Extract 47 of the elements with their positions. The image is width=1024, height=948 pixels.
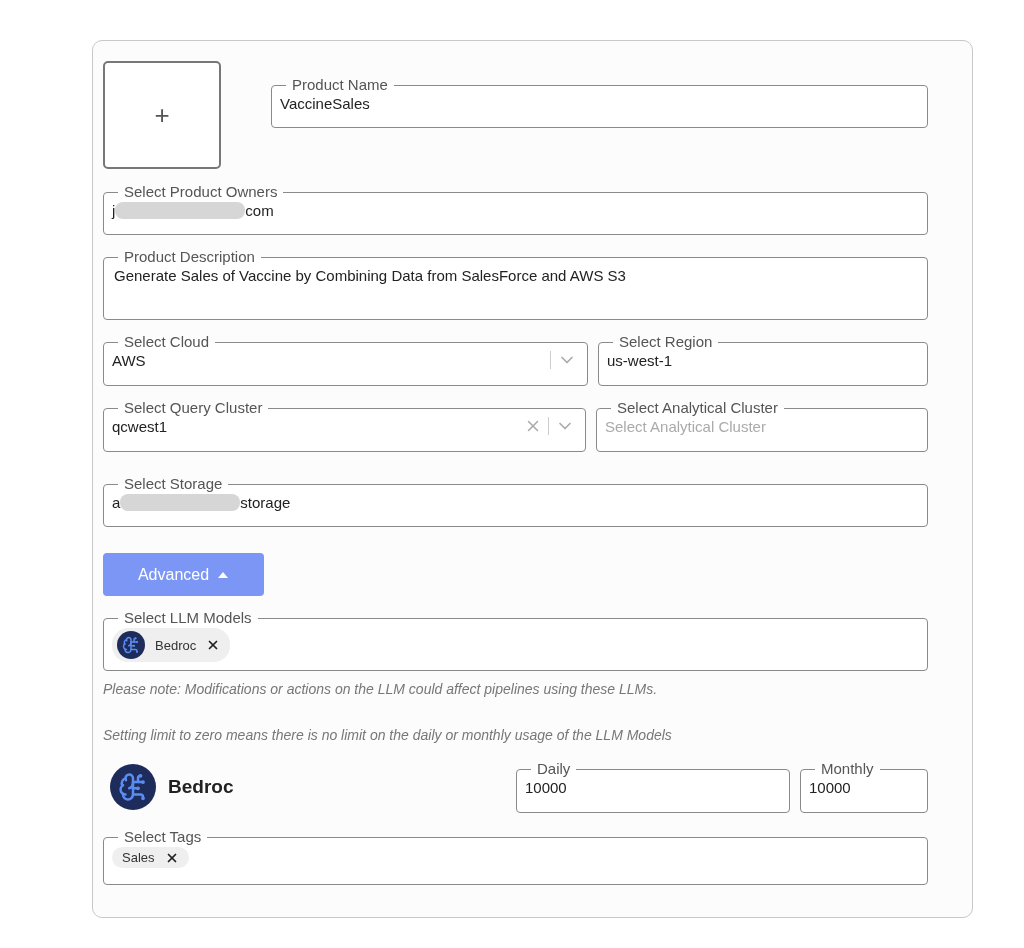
field-value: a bbox=[112, 493, 121, 511]
field-value: storage bbox=[240, 493, 291, 511]
chip-label: Sales bbox=[122, 850, 155, 865]
field-label: Select Cloud bbox=[123, 334, 211, 350]
field-placeholder: Select Analytical Cluster bbox=[605, 417, 767, 435]
field-label: Select Region bbox=[618, 334, 714, 350]
field-value: us-west-1 bbox=[607, 351, 674, 369]
brain-icon bbox=[117, 631, 145, 659]
model-chip[interactable]: Bedroc bbox=[112, 628, 231, 662]
region-field[interactable]: Select Region us-west-1 bbox=[598, 334, 928, 386]
field-label: Select Tags bbox=[123, 829, 203, 845]
field-value: j bbox=[112, 201, 116, 219]
image-upload-button[interactable]: + bbox=[103, 61, 221, 169]
field-label: Select Analytical Cluster bbox=[616, 400, 779, 416]
model-name: Bedroc bbox=[168, 776, 234, 798]
tag-chip[interactable]: Sales bbox=[112, 847, 189, 868]
field-value: VaccineSales bbox=[280, 94, 371, 112]
product-name-field[interactable]: Product Name VaccineSales bbox=[271, 77, 928, 128]
field-value: qcwest1 bbox=[112, 417, 169, 435]
note-text: Please note: Modifications or actions on the LLM could affect pipelines using these LLMs. bbox=[103, 681, 658, 697]
caret-icon bbox=[217, 570, 230, 579]
storage-field[interactable]: Select Storage a storage bbox=[103, 476, 928, 527]
monthly-limit-field[interactable]: Monthly 10000 bbox=[800, 761, 928, 813]
field-label: Monthly bbox=[820, 761, 875, 777]
field-label: Select Product Owners bbox=[123, 184, 279, 200]
field-label: Select Storage bbox=[123, 476, 224, 492]
analytical-cluster-select[interactable]: Select Analytical Cluster Select Analytical Cluster bbox=[596, 400, 928, 452]
description-field[interactable]: Product Description Generate Sales of Vaccine by Combining Data from SalesForce and AWS S3 bbox=[103, 249, 928, 320]
field-label: Select LLM Models bbox=[123, 610, 253, 626]
field-value: com bbox=[245, 201, 274, 219]
field-value: AWS bbox=[112, 351, 147, 369]
brain-icon bbox=[110, 764, 156, 810]
llm-models-field[interactable]: Select LLM Models Bedroc bbox=[103, 610, 928, 671]
note-text: Setting limit to zero means there is no limit on the daily or monthly usage of the LLM Models bbox=[103, 727, 672, 743]
tags-field[interactable]: Select Tags Sales bbox=[103, 829, 928, 885]
field-label: Product Description bbox=[123, 249, 256, 265]
chip-label: Bedroc bbox=[155, 637, 197, 653]
field-label: Select Query Cluster bbox=[123, 400, 264, 416]
field-label: Daily bbox=[536, 761, 572, 777]
field-label: Product Name bbox=[291, 77, 389, 93]
field-value: 10000 bbox=[809, 778, 852, 796]
cloud-select[interactable]: Select Cloud AWS bbox=[103, 334, 588, 386]
field-value: 10000 bbox=[525, 778, 568, 796]
product-owners-field[interactable]: Select Product Owners j com bbox=[103, 184, 928, 235]
query-cluster-select[interactable]: Select Query Cluster qcwest1 bbox=[103, 400, 586, 452]
daily-limit-field[interactable]: Daily 10000 bbox=[516, 761, 790, 813]
field-value: Generate Sales of Vaccine by Combining Data from SalesForce and AWS S3 bbox=[113, 266, 626, 284]
